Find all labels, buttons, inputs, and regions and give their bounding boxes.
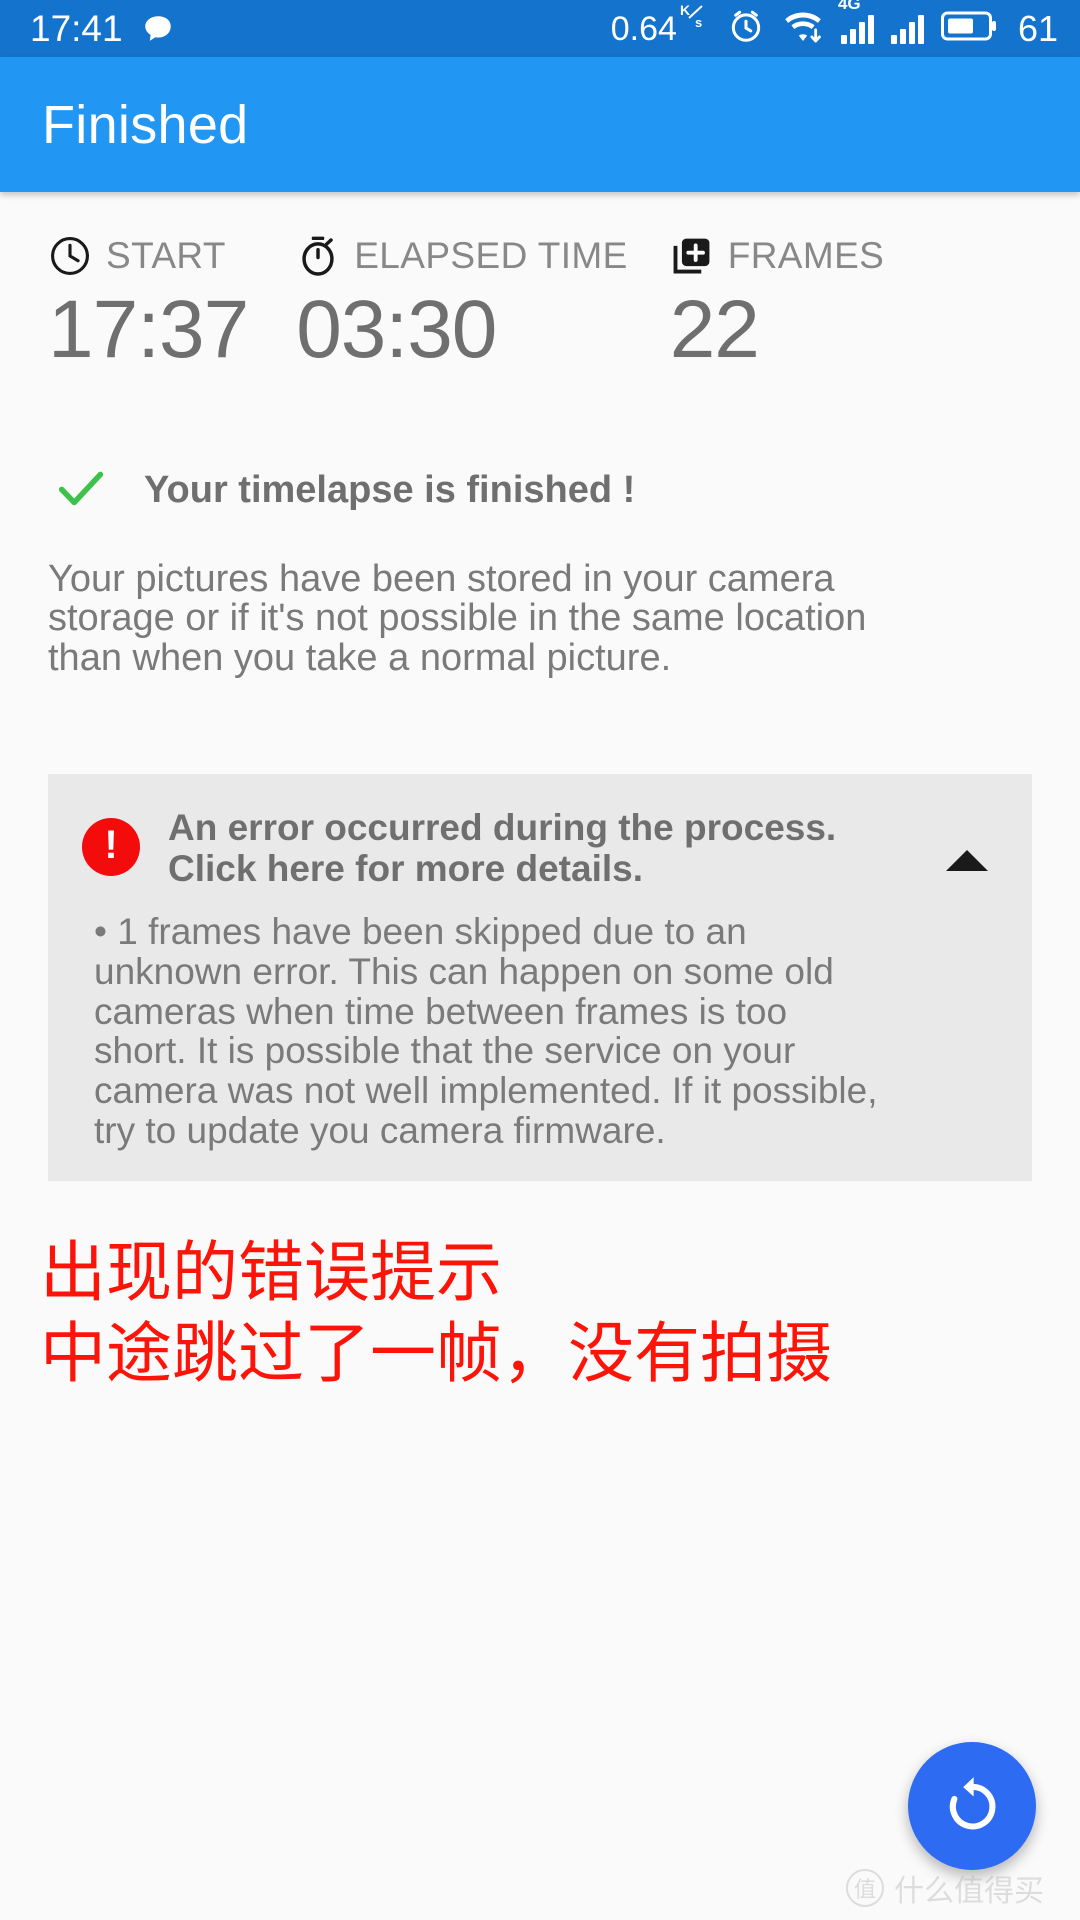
mobile-network-label: 4G (837, 0, 861, 13)
paragraph-line: storage or if it's not possible in the s… (48, 597, 867, 640)
network-speed-unit: K s (680, 2, 710, 38)
stat-frames-label: FRAMES (727, 235, 885, 276)
battery-level-label: 61 (1017, 7, 1058, 49)
wifi-download-icon (782, 7, 824, 50)
success-message-text: Your timelapse is finished ! (144, 468, 636, 511)
green-check-icon (52, 459, 110, 522)
error-body-line: cameras when time between frames is too (94, 990, 788, 1032)
storage-info-paragraph: Your pictures have been stored in your c… (0, 557, 1080, 680)
alarm-clock-icon (727, 7, 765, 50)
error-card-header[interactable]: ! An error occurred during the process. … (82, 808, 998, 889)
stat-elapsed-time: ELAPSED TIME 03:30 (248, 232, 627, 375)
error-card[interactable]: ! An error occurred during the process. … (48, 774, 1032, 1182)
watermark-text: 什么值得买 (894, 1874, 1044, 1909)
status-bar-clock: 17:41 (30, 8, 123, 49)
stopwatch-icon (296, 234, 340, 278)
signal-bars-icon-secondary (890, 14, 924, 44)
triangle-up-icon[interactable] (946, 850, 988, 872)
app-bar: Finished (0, 57, 1080, 192)
success-message-row: Your timelapse is finished ! (0, 459, 1080, 522)
signal-bars-icon (840, 14, 874, 44)
message-bubble-icon (141, 12, 175, 46)
app-screen: 17:41 0.64 K s 4G 61 Finished START 17:3… (0, 0, 1080, 1920)
stat-start-value: 17:37 (48, 284, 249, 375)
page-title: Finished (42, 94, 249, 155)
stat-frames-value: 22 (669, 284, 760, 375)
svg-text:K: K (680, 2, 690, 18)
stat-start-label-row: START (48, 232, 248, 280)
error-card-body: • 1 frames have been skipped due to an u… (82, 910, 998, 1152)
stat-frames-label-row: FRAMES (670, 232, 885, 280)
site-watermark: 值 什么值得买 (846, 1866, 1044, 1910)
restore-replay-icon (939, 1772, 1005, 1841)
error-badge-symbol: ! (104, 823, 118, 868)
annotation-line: 出现的错误提示 (40, 1234, 502, 1312)
status-bar-right-group: 0.64 K s 4G 61 (610, 0, 1058, 50)
red-annotation-overlay: 出现的错误提示 中途跳过了一帧，没有拍摄 (0, 1233, 1080, 1394)
stat-elapsed-value: 03:30 (296, 284, 497, 375)
stats-row: START 17:37 ELAPSED TIME 03:30 FRAMES 22 (0, 192, 1080, 375)
network-speed-indicator: 0.64 K s (610, 2, 710, 49)
error-body-line: try to update you camera firmware. (94, 1110, 666, 1152)
stat-elapsed-label-row: ELAPSED TIME (296, 232, 627, 280)
error-title-line: An error occurred during the process. (168, 807, 837, 849)
error-body-line: • 1 frames have been skipped due to an (94, 910, 747, 952)
error-exclamation-icon: ! (82, 818, 140, 877)
add-frame-icon (670, 234, 714, 278)
svg-text:s: s (695, 15, 702, 30)
annotation-line: 中途跳过了一帧，没有拍摄 (40, 1314, 832, 1392)
error-body-line: camera was not well implemented. If it p… (94, 1070, 878, 1112)
status-bar: 17:41 0.64 K s 4G 61 (0, 0, 1080, 57)
watermark-badge: 值 (846, 1869, 884, 1907)
paragraph-line: Your pictures have been stored in your c… (48, 557, 835, 600)
mobile-signal-4g-icon: 4G (838, 0, 874, 44)
paragraph-line: than when you take a normal picture. (48, 637, 672, 680)
main-content: START 17:37 ELAPSED TIME 03:30 FRAMES 22… (0, 192, 1080, 1920)
battery-icon (940, 9, 997, 48)
error-title-line: Click here for more details. (168, 847, 644, 889)
restart-fab-button[interactable] (908, 1742, 1036, 1870)
error-body-line: short. It is possible that the service o… (94, 1030, 796, 1072)
error-card-title: An error occurred during the process. Cl… (168, 808, 918, 889)
stat-start-label: START (106, 235, 226, 276)
network-speed-value: 0.64 (610, 10, 677, 48)
stat-elapsed-label: ELAPSED TIME (354, 235, 628, 276)
stat-start: START 17:37 (0, 232, 249, 375)
error-body-line: unknown error. This can happen on some o… (94, 950, 834, 992)
stat-frames: FRAMES 22 (628, 232, 885, 375)
clock-icon (48, 234, 92, 278)
